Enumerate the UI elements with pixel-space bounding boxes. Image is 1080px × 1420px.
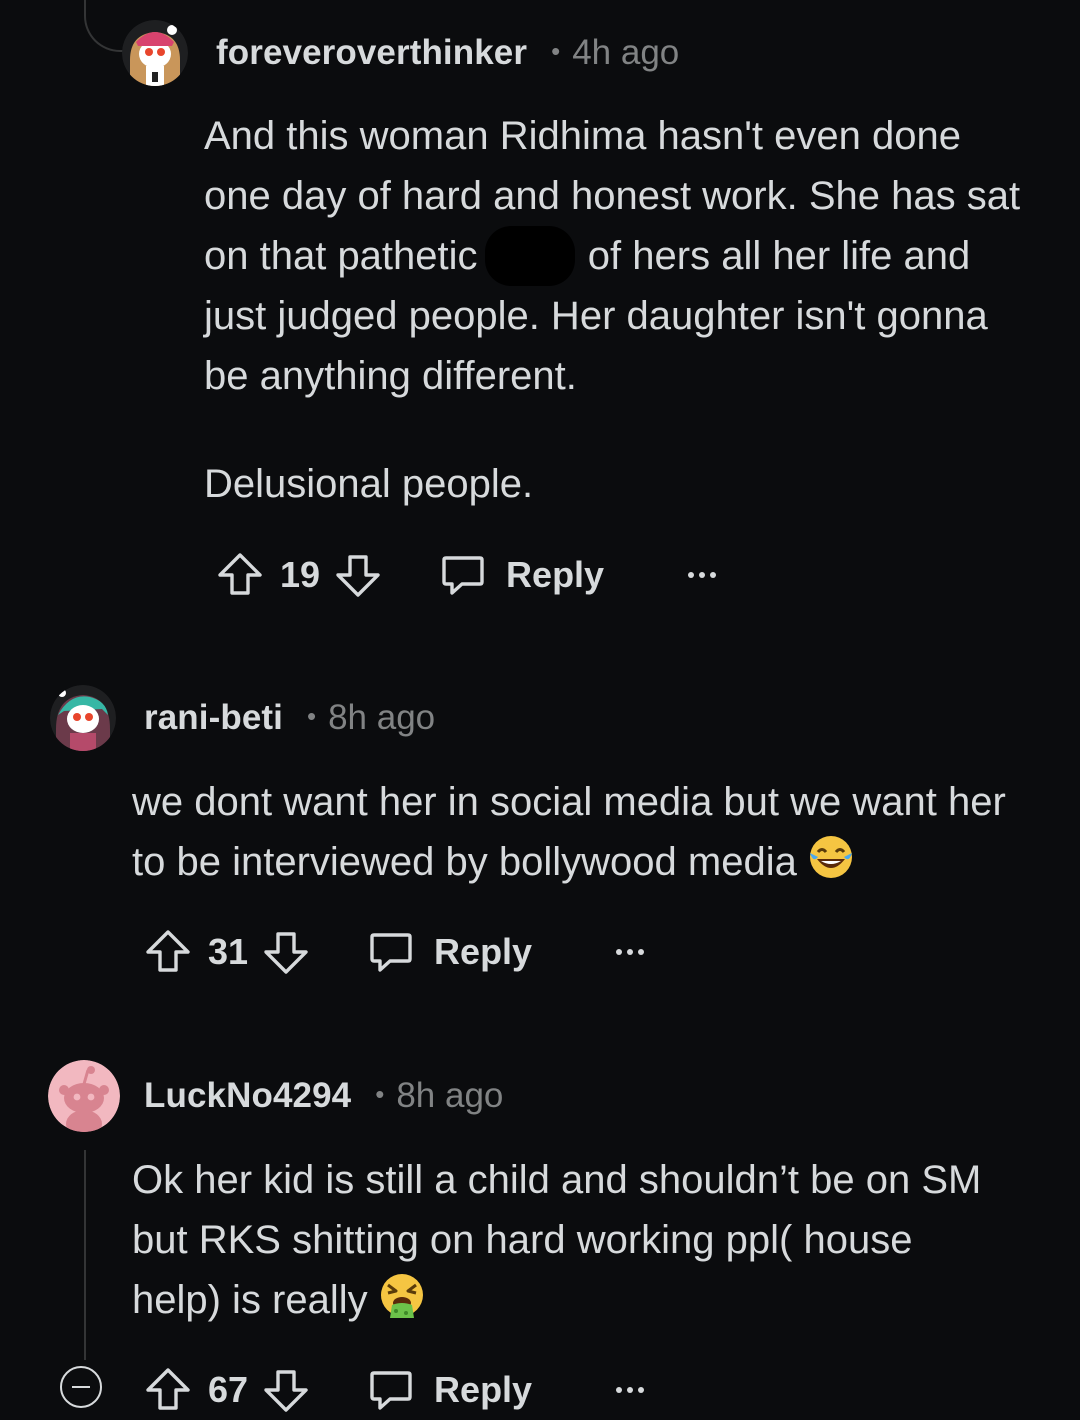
vote-score: 19 [280, 554, 321, 595]
downvote-button[interactable] [262, 1366, 310, 1414]
avatar[interactable] [122, 20, 188, 86]
comment-text: we dont want her in social media but we … [132, 780, 1006, 884]
comment-paragraph: we dont want her in social media but we … [132, 772, 1032, 892]
snoo-avatar-icon [122, 20, 188, 86]
separator-dot: • [306, 700, 317, 731]
comment-header: foreveroverthinker • 4h ago [122, 18, 679, 88]
reply-bubble-icon [370, 1371, 412, 1410]
reply-bubble-icon [442, 556, 484, 595]
downvote-button[interactable] [334, 551, 382, 599]
vote-score: 67 [208, 1369, 249, 1410]
comment-body: we dont want her in social media but we … [132, 772, 1032, 892]
reply-bubble-icon [370, 933, 412, 972]
timestamp[interactable]: 4h ago [572, 33, 679, 73]
comment-actions: 19 Reply [216, 545, 717, 605]
upvote-button[interactable] [216, 551, 264, 599]
snoo-avatar-icon [50, 685, 116, 751]
minus-icon [72, 1386, 90, 1388]
reply-button[interactable]: Reply [440, 552, 604, 598]
downvote-button[interactable] [262, 928, 310, 976]
upvote-button[interactable] [144, 1366, 192, 1414]
separator-dot: • [551, 35, 561, 66]
upvote-button[interactable] [144, 928, 192, 976]
vote-score: 31 [208, 931, 249, 972]
face-vomiting-icon [378, 1271, 426, 1319]
reply-button[interactable]: Reply [368, 929, 532, 975]
avatar[interactable] [48, 1060, 120, 1132]
face-with-tears-of-joy-icon [807, 833, 855, 881]
downvote-arrow-icon [336, 555, 380, 597]
collapse-thread-button[interactable] [60, 1366, 102, 1408]
downvote-arrow-icon [264, 932, 308, 974]
more-options-button[interactable] [616, 1387, 645, 1393]
downvote-arrow-icon [264, 1370, 308, 1412]
username[interactable]: rani-beti [144, 698, 283, 738]
reply-label: Reply [434, 1369, 533, 1410]
reply-label: Reply [506, 554, 605, 595]
thread-line[interactable] [84, 1150, 86, 1360]
comment-text: Ok her kid is still a child and shouldn’… [132, 1158, 982, 1322]
comment-header: rani-beti • 8h ago [50, 683, 435, 753]
more-options-button[interactable] [616, 949, 645, 955]
reply-label: Reply [434, 931, 533, 972]
comment-paragraph: And this woman Ridhima hasn't even done … [204, 106, 1034, 406]
default-snoo-icon [48, 1060, 120, 1132]
more-options-button[interactable] [688, 572, 717, 578]
upvote-arrow-icon [146, 1368, 190, 1410]
reply-button[interactable]: Reply [368, 1367, 532, 1413]
comment-actions: 67 Reply [144, 1360, 645, 1420]
comment-body: And this woman Ridhima hasn't even done … [204, 106, 1034, 514]
timestamp[interactable]: 8h ago [328, 698, 435, 738]
upvote-arrow-icon [146, 930, 190, 972]
redaction-mark [484, 226, 575, 286]
comment-body: Ok her kid is still a child and shouldn’… [132, 1150, 1012, 1330]
username[interactable]: foreveroverthinker [216, 33, 527, 73]
comment-header: LuckNo4294 • 8h ago [48, 1060, 503, 1132]
comment-paragraph: Delusional people. [204, 462, 534, 506]
comment-actions: 31 Reply [144, 922, 645, 982]
avatar[interactable] [50, 685, 116, 751]
comment-paragraph: Ok her kid is still a child and shouldn’… [132, 1150, 1012, 1330]
timestamp[interactable]: 8h ago [396, 1076, 503, 1116]
separator-dot: • [375, 1078, 385, 1109]
username[interactable]: LuckNo4294 [144, 1076, 351, 1116]
comment-thread: foreveroverthinker • 4h ago And this wom… [0, 0, 1080, 1420]
upvote-arrow-icon [218, 553, 262, 595]
